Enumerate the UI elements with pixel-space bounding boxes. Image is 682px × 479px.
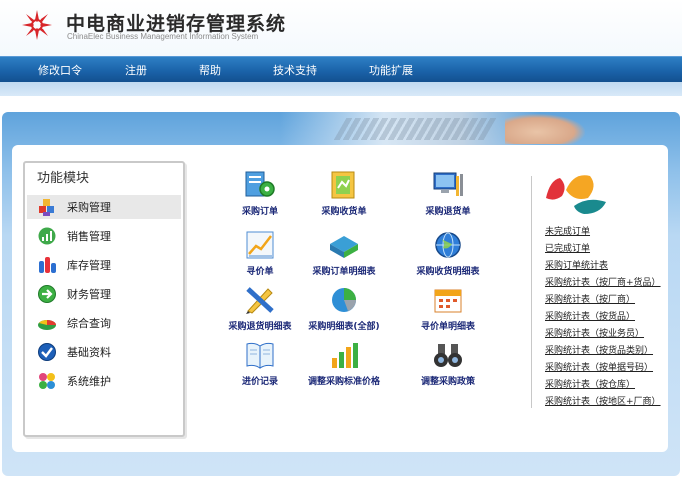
nav-feature-extensions[interactable]: 功能扩展 — [369, 62, 413, 78]
func-receipt-detail[interactable]: 采购收货明细表 — [402, 230, 492, 280]
sidebar-item-label: 财务管理 — [67, 288, 111, 301]
basic-data-check-icon — [38, 343, 56, 361]
app-subtitle: ChinaElec Business Management Informatio… — [67, 32, 259, 41]
green-binder-icon — [330, 236, 358, 258]
func-label: 调整采购政策 — [420, 377, 475, 387]
report-link-stats-salesperson[interactable]: 采购统计表（按业务员） — [545, 326, 644, 339]
sidebar-item-sales[interactable]: 销售管理 — [27, 224, 181, 248]
nav-change-password[interactable]: 修改口令 — [38, 62, 82, 78]
nav-sub-bar — [0, 82, 682, 96]
sidebar-item-label: 基础资料 — [67, 346, 111, 359]
nav-tech-support[interactable]: 技术支持 — [273, 62, 317, 78]
func-label: 调整采购标准价格 — [307, 377, 380, 387]
bar-chart-icon — [332, 343, 358, 368]
inventory-bars-icon — [39, 257, 56, 273]
nav-help[interactable]: 帮助 — [199, 62, 221, 78]
func-label: 寻价单明细表 — [420, 322, 475, 332]
report-link-stats-document-no[interactable]: 采购统计表（按单据号码） — [545, 360, 653, 373]
binoculars-icon — [434, 344, 462, 367]
line-chart-icon — [246, 231, 274, 259]
sidebar-item-query[interactable]: 综合查询 — [27, 311, 181, 335]
report-link-incomplete-orders[interactable]: 未完成订单 — [545, 224, 590, 237]
finance-arrow-icon — [38, 285, 56, 303]
report-link-stats-vendor-goods[interactable]: 采购统计表（按厂商+货品） — [545, 275, 661, 288]
module-sidebar: 功能模块 采购管理 销售管理 库存管理 财务管理 综合查询 基础资料 系统维护 — [23, 161, 185, 437]
brand-logo-icon — [546, 175, 606, 214]
report-link-stats-goods[interactable]: 采购统计表（按货品） — [545, 309, 635, 322]
sidebar-item-finance[interactable]: 财务管理 — [27, 282, 181, 306]
sidebar-item-inventory[interactable]: 库存管理 — [27, 253, 181, 277]
sidebar-item-label: 系统维护 — [67, 375, 111, 388]
gear-document-icon — [245, 171, 275, 197]
sidebar-item-basic-data[interactable]: 基础资料 — [27, 340, 181, 364]
func-label: 采购订单明细表 — [312, 267, 376, 277]
sidebar-item-label: 库存管理 — [67, 259, 111, 272]
sunburst-logo-icon — [22, 10, 52, 40]
report-link-completed-orders[interactable]: 已完成订单 — [545, 241, 590, 254]
func-inquiry-detail[interactable]: 寻价单明细表 — [402, 285, 492, 335]
func-order-detail[interactable]: 采购订单明细表 — [298, 230, 388, 280]
func-purchase-return[interactable]: 采购退货单 — [402, 170, 492, 220]
report-link-stats-region-vendor[interactable]: 采购统计表（按地区+厂商） — [545, 394, 661, 407]
pencil-ruler-icon — [246, 287, 274, 314]
report-link-order-stats[interactable]: 采购订单统计表 — [545, 258, 608, 271]
hand-banner-image — [505, 114, 585, 144]
monitor-tools-icon — [433, 172, 463, 196]
globe-icon — [435, 232, 461, 258]
sidebar-item-maintenance[interactable]: 系统维护 — [27, 369, 181, 393]
book-icon — [246, 342, 274, 369]
func-label: 采购退货单 — [425, 207, 471, 217]
nav-register[interactable]: 注册 — [125, 62, 147, 78]
pie-chart-icon — [332, 288, 356, 312]
sales-chart-icon — [38, 227, 56, 245]
sidebar-title: 功能模块 — [37, 171, 90, 186]
query-pie-icon — [38, 320, 56, 330]
app-header: 中电商业进销存管理系统 ChinaElec Business Managemen… — [0, 0, 682, 56]
func-label: 采购收货明细表 — [416, 267, 480, 277]
panel-divider — [531, 176, 532, 408]
sidebar-item-label: 综合查询 — [67, 317, 111, 330]
keyboard-banner-image — [280, 112, 540, 146]
sidebar-item-label: 销售管理 — [67, 230, 111, 243]
func-adjust-standard-price[interactable]: 调整采购标准价格 — [298, 340, 388, 390]
func-adjust-policy[interactable]: 调整采购政策 — [402, 340, 492, 390]
top-nav-bar: 修改口令 注册 帮助 技术支持 功能扩展 — [0, 56, 682, 82]
sidebar-item-purchase[interactable]: 采购管理 — [27, 195, 181, 219]
sidebar-item-label: 采购管理 — [67, 201, 111, 214]
receipt-folder-icon — [331, 171, 355, 199]
purchase-blocks-icon — [39, 199, 54, 216]
maintenance-puzzle-icon — [39, 373, 55, 389]
func-purchase-detail-all[interactable]: 采购明细表(全部) — [298, 285, 388, 335]
report-link-stats-vendor[interactable]: 采购统计表（按厂商） — [545, 292, 635, 305]
func-label: 采购明细表(全部) — [308, 322, 380, 332]
calendar-icon — [434, 289, 462, 313]
report-link-stats-warehouse[interactable]: 采购统计表（按仓库） — [545, 377, 635, 390]
func-label: 采购收货单 — [321, 207, 367, 217]
report-link-stats-goods-category[interactable]: 采购统计表（按货品类别） — [545, 343, 653, 356]
func-purchase-receipt[interactable]: 采购收货单 — [298, 170, 388, 220]
